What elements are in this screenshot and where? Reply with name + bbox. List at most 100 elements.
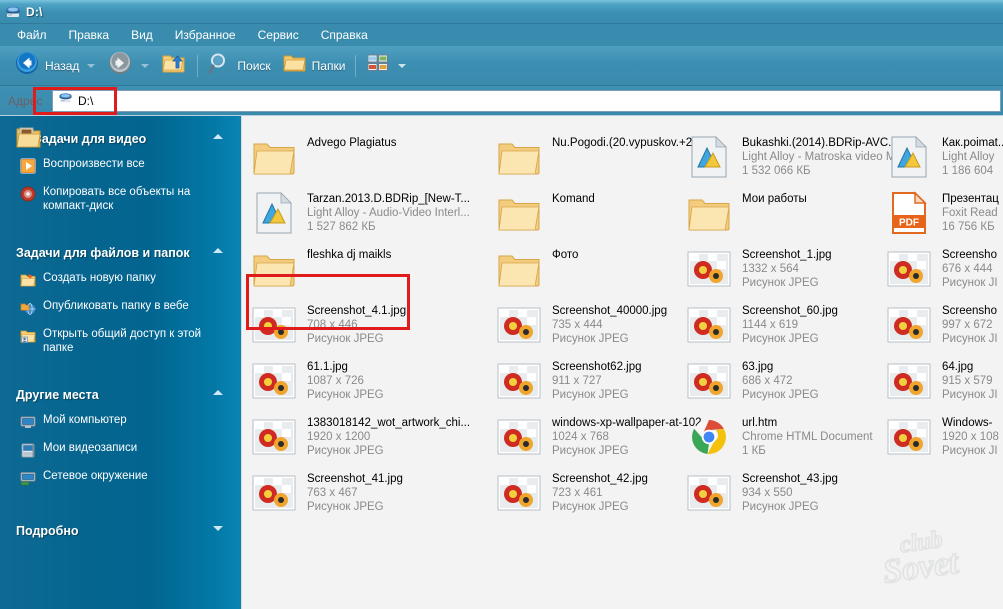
menu-edit[interactable]: Правка — [60, 26, 119, 44]
file-name: Screenshot_4.1.jpg — [307, 305, 407, 317]
jpeg-thumb-icon — [495, 414, 543, 460]
file-name: Screensho — [942, 305, 997, 317]
file-meta-1: Light Alloy - Matroska video M... — [742, 151, 905, 163]
task-label: Копировать все объекты на компакт-диск — [43, 186, 191, 212]
task-label: Воспроизвести все — [43, 158, 145, 170]
jpeg-thumb-icon — [885, 246, 933, 292]
file-name: Screenshot_42.jpg — [552, 473, 648, 485]
address-input[interactable]: D:\ — [52, 89, 1001, 112]
forward-button[interactable] — [101, 50, 139, 82]
task-publish-web[interactable]: Опубликовать папку в вебе — [10, 296, 231, 324]
views-button[interactable] — [360, 50, 396, 82]
chevron-up-icon[interactable] — [213, 134, 223, 139]
chevron-up-icon[interactable] — [213, 390, 223, 395]
list-item[interactable]: 61.1.jpg 1087 x 726 Рисунок JPEG — [242, 354, 487, 410]
panel-title: Другие места — [16, 388, 99, 402]
list-item[interactable]: Bukashki.(2014).BDRip-AVC.m... Light All… — [677, 130, 911, 186]
menu-tools[interactable]: Сервис — [249, 26, 308, 44]
menu-favorites[interactable]: Избранное — [166, 26, 245, 44]
list-item[interactable]: Screenshot62.jpg 911 x 727 Рисунок JPEG — [487, 354, 677, 410]
menu-help[interactable]: Справка — [312, 26, 377, 44]
list-item[interactable]: 1383018142_wot_artwork_chi... 1920 x 120… — [242, 410, 487, 466]
list-item[interactable]: Screenshot_60.jpg 1144 x 619 Рисунок JPE… — [677, 298, 877, 354]
new-folder-icon — [20, 272, 36, 293]
address-bar: Адрес D:\ — [0, 86, 1003, 116]
folder-icon — [250, 246, 298, 292]
list-item[interactable]: Screenshot_42.jpg 723 x 461 Рисунок JPEG — [487, 466, 677, 522]
back-button[interactable]: Назад — [8, 50, 85, 82]
list-item[interactable]: Screenshot_40000.jpg 735 x 444 Рисунок J… — [487, 298, 677, 354]
file-meta-2: Рисунок JI — [942, 445, 998, 457]
list-item[interactable]: Мои работы — [677, 186, 877, 242]
my-computer-icon — [20, 414, 36, 435]
place-label: Мой компьютер — [43, 414, 127, 426]
file-name: fleshka dj maikls — [307, 249, 392, 261]
list-item[interactable]: Как.poimat... Light Alloy 1 186 604 — [877, 130, 1003, 186]
burn-cd-icon — [20, 186, 36, 207]
jpeg-thumb-icon — [685, 246, 733, 292]
list-item[interactable]: PDF Презентац Foxit Read 16 756 КБ — [877, 186, 1003, 242]
file-meta-2: Рисунок JPEG — [307, 445, 384, 457]
panel-header-video-tasks[interactable]: Задачи для видео — [10, 124, 231, 154]
my-videos-icon — [20, 442, 36, 463]
place-label: Сетевое окружение — [43, 470, 148, 482]
menu-file[interactable]: Файл — [8, 26, 56, 44]
list-item-text: Мои работы — [742, 190, 807, 206]
task-play-all[interactable]: Воспроизвести все — [10, 154, 231, 182]
folders-button[interactable]: Папки — [277, 50, 352, 82]
light-alloy-icon — [250, 190, 298, 236]
file-name: Screenshot_40000.jpg — [552, 305, 668, 317]
file-name: Screenshot_1.jpg — [742, 249, 832, 261]
task-copy-to-cd[interactable]: Копировать все объекты на компакт-диск — [10, 182, 231, 216]
list-item[interactable]: Фото — [487, 242, 677, 298]
window-title: D:\ — [26, 4, 43, 19]
file-name: windows-xp-wallpaper-at-102... — [552, 417, 712, 429]
list-item[interactable]: 63.jpg 686 x 472 Рисунок JPEG — [677, 354, 877, 410]
list-item[interactable]: Tarzan.2013.D.BDRip_[New-T... Light Allo… — [242, 186, 487, 242]
list-item-text: 61.1.jpg 1087 x 726 Рисунок JPEG — [307, 358, 384, 402]
file-meta-2: Рисунок JPEG — [742, 277, 819, 289]
search-button[interactable]: Поиск — [202, 50, 276, 82]
list-item[interactable]: Nu.Pogodi.(20.vypuskov.+22).... — [487, 130, 715, 186]
back-dropdown-caret[interactable] — [87, 63, 96, 68]
file-list[interactable]: Advego Plagiatus Tarzan.2013.D.BDRip_[Ne… — [241, 116, 1003, 609]
list-item[interactable]: windows-xp-wallpaper-at-102... 1024 x 76… — [487, 410, 712, 466]
chevron-up-icon[interactable] — [213, 248, 223, 253]
list-item-text: Nu.Pogodi.(20.vypuskov.+22).... — [552, 134, 715, 150]
list-item[interactable]: Screenshot_1.jpg 1332 x 564 Рисунок JPEG — [677, 242, 877, 298]
panel-header-other-places[interactable]: Другие места — [10, 380, 231, 410]
list-item[interactable]: Screenshot_41.jpg 763 x 467 Рисунок JPEG — [242, 466, 487, 522]
menu-view[interactable]: Вид — [122, 26, 162, 44]
place-my-computer[interactable]: Мой компьютер — [10, 410, 231, 438]
list-item[interactable]: Screensho 676 x 444 Рисунок JI — [877, 242, 1003, 298]
forward-dropdown-caret[interactable] — [141, 63, 150, 68]
task-new-folder[interactable]: Создать новую папку — [10, 268, 231, 296]
file-column-4: Как.poimat... Light Alloy 1 186 604 PDF — [877, 130, 1003, 609]
panel-header-details[interactable]: Подробно — [10, 516, 231, 546]
place-network[interactable]: Сетевое окружение — [10, 466, 231, 494]
list-item[interactable]: Windows- 1920 x 108 Рисунок JI — [877, 410, 1003, 466]
place-my-videos[interactable]: Мои видеозаписи — [10, 438, 231, 466]
list-item[interactable]: Screenshot_4.1.jpg 708 x 446 Рисунок JPE… — [242, 298, 487, 354]
list-item[interactable]: 64.jpg 915 x 579 Рисунок JI — [877, 354, 1003, 410]
list-item[interactable]: Advego Plagiatus — [242, 130, 487, 186]
list-item[interactable]: fleshka dj maikls — [242, 242, 487, 298]
task-share-folder[interactable]: Открыть общий доступ к этой папке — [10, 324, 231, 358]
list-item-text: windows-xp-wallpaper-at-102... 1024 x 76… — [552, 414, 712, 458]
panel-header-file-folder-tasks[interactable]: Задачи для файлов и папок — [10, 238, 231, 268]
list-item[interactable]: Screensho 997 x 672 Рисунок JI — [877, 298, 1003, 354]
chevron-down-icon[interactable] — [213, 526, 223, 531]
task-label: Опубликовать папку в вебе — [43, 300, 189, 312]
video-folder-icon — [16, 126, 42, 155]
menu-bar: Файл Правка Вид Избранное Сервис Справка — [0, 24, 1003, 46]
list-item[interactable]: Screenshot_43.jpg 934 x 550 Рисунок JPEG — [677, 466, 877, 522]
up-folder-button[interactable] — [155, 50, 193, 82]
panel-title: Подробно — [16, 524, 79, 538]
share-folder-icon — [20, 328, 36, 349]
views-dropdown-caret[interactable] — [398, 63, 407, 68]
network-icon — [20, 470, 36, 491]
list-item[interactable]: Komand — [487, 186, 677, 242]
file-meta-2: 1 186 604 — [942, 165, 994, 177]
list-item[interactable]: url.htm Chrome HTML Document 1 КБ — [677, 410, 877, 466]
light-alloy-icon — [885, 134, 933, 180]
